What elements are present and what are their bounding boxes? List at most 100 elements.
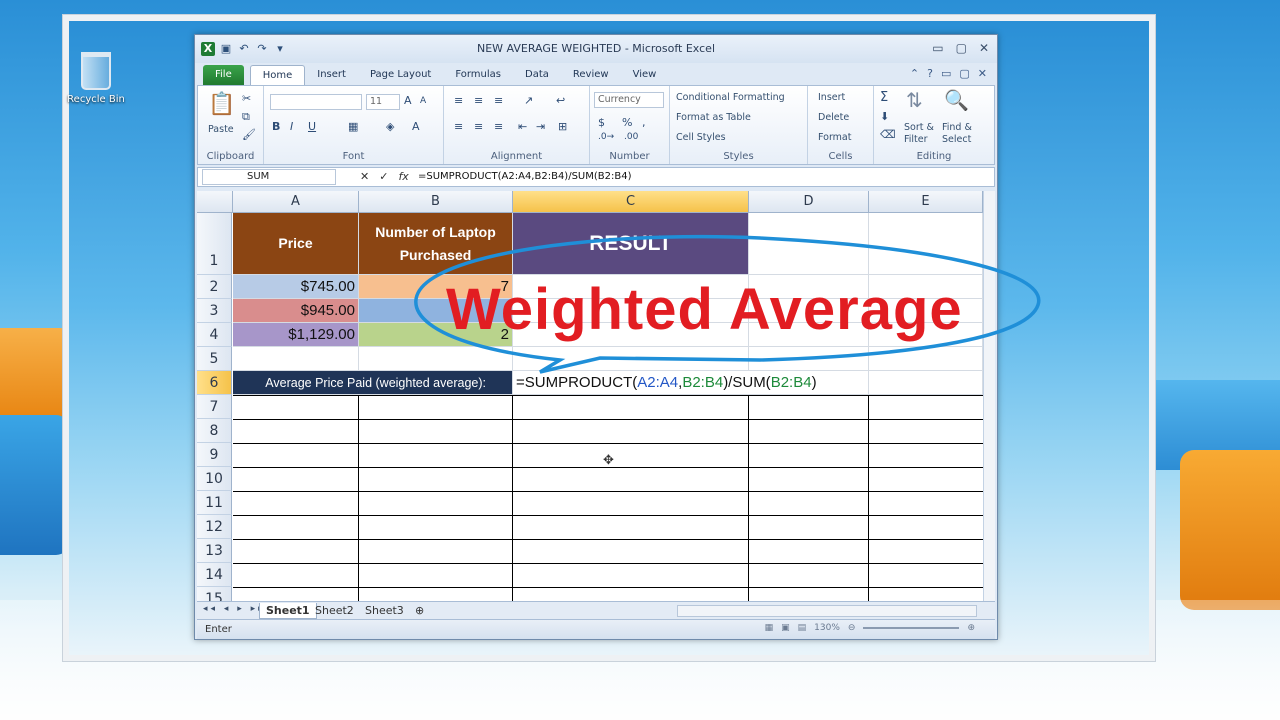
row-header-11[interactable]: 11 <box>197 491 232 515</box>
align-middle-icon[interactable]: ≡ <box>474 94 483 107</box>
name-box[interactable]: SUM <box>202 169 336 185</box>
sheet-tab-1[interactable]: Sheet1 <box>259 603 317 619</box>
tab-data[interactable]: Data <box>513 65 561 85</box>
find-label[interactable]: Find & <box>942 122 972 133</box>
minimize-button[interactable]: ▭ <box>932 41 943 55</box>
row-header-2[interactable]: 2 <box>197 275 232 299</box>
select-label[interactable]: Select <box>942 134 971 145</box>
zoom-slider[interactable] <box>863 627 960 629</box>
cell-c5[interactable] <box>513 347 749 371</box>
grow-font-icon[interactable]: A <box>404 94 412 107</box>
formula-input[interactable]: =SUMPRODUCT(A2:A4,B2:B4)/SUM(B2:B4) <box>418 171 632 182</box>
sheet-tab-2[interactable]: Sheet2 <box>309 603 360 619</box>
cell-a3[interactable]: $945.00 <box>233 299 359 323</box>
cut-icon[interactable]: ✂ <box>242 92 251 105</box>
format-painter-icon[interactable]: 🖌 <box>242 128 256 141</box>
insert-function-icon[interactable]: fx <box>398 170 408 183</box>
align-top-icon[interactable]: ≡ <box>454 94 463 107</box>
decrease-indent-icon[interactable]: ⇤ <box>518 120 527 133</box>
percent-button[interactable]: % <box>622 116 632 129</box>
increase-indent-icon[interactable]: ⇥ <box>536 120 545 133</box>
insert-cells-button[interactable]: Insert <box>818 92 845 103</box>
enter-icon[interactable]: ✓ <box>379 170 388 183</box>
doc-close-icon[interactable]: ✕ <box>978 67 987 80</box>
format-cells-button[interactable]: Format <box>818 132 851 143</box>
vertical-scrollbar[interactable] <box>983 191 995 601</box>
row-header-14[interactable]: 14 <box>197 563 232 587</box>
fill-color-icon[interactable]: ◈ <box>386 120 394 133</box>
cell-e1[interactable] <box>869 213 983 275</box>
tab-page-layout[interactable]: Page Layout <box>358 65 443 85</box>
sort-label[interactable]: Sort & <box>904 122 934 133</box>
row-header-5[interactable]: 5 <box>197 347 232 371</box>
cell-e5[interactable] <box>869 347 983 371</box>
delete-cells-button[interactable]: Delete <box>818 112 849 123</box>
number-format-select[interactable]: Currency <box>594 92 664 108</box>
underline-button[interactable]: U <box>308 120 316 133</box>
doc-minimize-icon[interactable]: ▭ <box>941 67 951 80</box>
cell-d1[interactable] <box>749 213 869 275</box>
align-bottom-icon[interactable]: ≡ <box>494 94 503 107</box>
column-header-a[interactable]: A <box>233 191 359 213</box>
header-price-cell[interactable]: Price <box>233 213 359 275</box>
row-header-12[interactable]: 12 <box>197 515 232 539</box>
tab-home[interactable]: Home <box>249 65 306 85</box>
row-header-4[interactable]: 4 <box>197 323 232 347</box>
column-header-c[interactable]: C <box>513 191 749 213</box>
close-button[interactable]: ✕ <box>979 41 989 55</box>
bold-button[interactable]: B <box>272 120 280 133</box>
sort-filter-icon[interactable]: ⇅ <box>906 88 923 112</box>
column-header-b[interactable]: B <box>359 191 513 213</box>
page-layout-view-icon[interactable]: ▣ <box>781 623 790 633</box>
row-header-10[interactable]: 10 <box>197 467 232 491</box>
fill-icon[interactable]: ⬇ <box>880 110 889 123</box>
header-laptops-cell[interactable]: Number of Laptop Purchased <box>359 213 513 275</box>
cell-e6[interactable] <box>869 371 983 395</box>
find-icon[interactable]: 🔍 <box>944 88 969 112</box>
zoom-in-icon[interactable]: ⊕ <box>967 623 975 633</box>
paste-label[interactable]: Paste <box>208 124 234 135</box>
wrap-text-icon[interactable]: ↩ <box>556 94 565 107</box>
cell-c6-editing[interactable]: =SUMPRODUCT(A2:A4,B2:B4)/SUM(B2:B4) <box>513 371 869 395</box>
row-header-15[interactable]: 15 <box>197 587 232 601</box>
font-size-select[interactable]: 11 <box>366 94 400 110</box>
recycle-bin[interactable]: Recycle Bin <box>66 52 126 105</box>
row-header-1[interactable]: 1 <box>197 213 232 275</box>
decrease-decimal-icon[interactable]: .00 <box>624 132 638 142</box>
cell-styles-button[interactable]: Cell Styles <box>676 132 726 143</box>
column-header-e[interactable]: E <box>869 191 983 213</box>
paste-icon[interactable]: 📋 <box>208 92 235 117</box>
header-result-cell[interactable]: RESULT <box>513 213 749 275</box>
zoom-out-icon[interactable]: ⊖ <box>848 623 856 633</box>
cell-a6-average-label[interactable]: Average Price Paid (weighted average): <box>233 371 513 395</box>
shrink-font-icon[interactable]: A <box>420 96 426 106</box>
clear-icon[interactable]: ⌫ <box>880 128 896 141</box>
page-break-view-icon[interactable]: ▤ <box>798 623 807 633</box>
cell-a4[interactable]: $1,129.00 <box>233 323 359 347</box>
copy-icon[interactable]: ⧉ <box>242 110 250 124</box>
normal-view-icon[interactable]: ▦ <box>765 623 774 633</box>
tab-file[interactable]: File <box>203 65 244 85</box>
zoom-level[interactable]: 130% <box>814 623 840 633</box>
tab-insert[interactable]: Insert <box>305 65 358 85</box>
sheet-nav-arrows-icon[interactable]: ◂◂ ◂ ▸ ▸▸ <box>203 604 266 614</box>
increase-decimal-icon[interactable]: .0→ <box>598 132 614 142</box>
conditional-formatting-button[interactable]: Conditional Formatting <box>676 92 785 103</box>
italic-button[interactable]: I <box>290 120 293 133</box>
cell-b5[interactable] <box>359 347 513 371</box>
align-center-icon[interactable]: ≡ <box>474 120 483 133</box>
merge-center-icon[interactable]: ⊞ <box>558 120 567 133</box>
row-header-8[interactable]: 8 <box>197 419 232 443</box>
worksheet-grid[interactable]: A B C D E 1 2 3 4 5 6 7 8 9 10 11 12 13 … <box>197 191 983 601</box>
tab-formulas[interactable]: Formulas <box>443 65 513 85</box>
currency-button[interactable]: $ <box>598 116 605 129</box>
row-header-9[interactable]: 9 <box>197 443 232 467</box>
sheet-tab-3[interactable]: Sheet3 <box>359 603 410 619</box>
tab-review[interactable]: Review <box>561 65 621 85</box>
autosum-button[interactable]: Σ <box>880 90 888 105</box>
cell-a2[interactable]: $745.00 <box>233 275 359 299</box>
horizontal-scrollbar[interactable] <box>677 605 977 617</box>
row-header-3[interactable]: 3 <box>197 299 232 323</box>
cell-d5[interactable] <box>749 347 869 371</box>
column-header-d[interactable]: D <box>749 191 869 213</box>
